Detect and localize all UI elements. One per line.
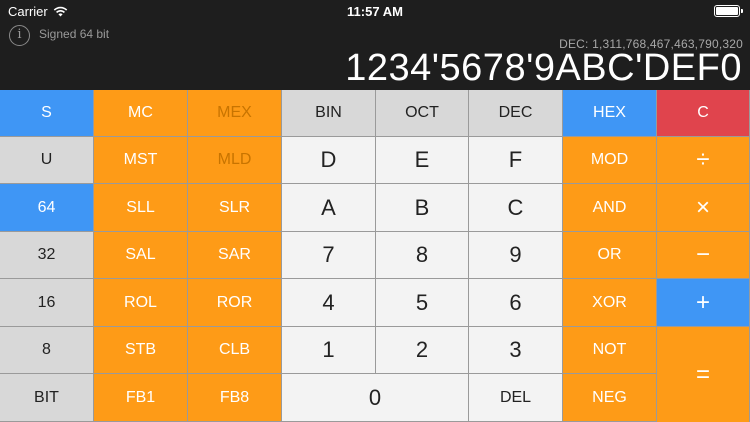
key-fb8[interactable]: FB8	[188, 374, 282, 422]
key-16bit[interactable]: 16	[0, 279, 94, 327]
key-mc[interactable]: MC	[94, 90, 188, 137]
key-64bit[interactable]: 64	[0, 184, 94, 232]
battery-icon	[714, 5, 743, 17]
key-mex[interactable]: MEX	[188, 90, 282, 137]
key-32bit[interactable]: 32	[0, 232, 94, 279]
key-bin[interactable]: BIN	[282, 90, 376, 137]
key-stb[interactable]: STB	[94, 327, 188, 374]
key-digit-a[interactable]: A	[282, 184, 376, 232]
mode-label: Signed 64 bit	[39, 27, 110, 41]
status-time: 11:57 AM	[347, 4, 403, 19]
key-digit-6[interactable]: 6	[469, 279, 563, 327]
key-signed[interactable]: S	[0, 90, 94, 137]
key-sar[interactable]: SAR	[188, 232, 282, 279]
key-sal[interactable]: SAL	[94, 232, 188, 279]
key-rol[interactable]: ROL	[94, 279, 188, 327]
key-digit-2[interactable]: 2	[376, 327, 469, 374]
key-clear[interactable]: C	[657, 90, 750, 137]
status-bar: Carrier 11:57 AM	[0, 0, 750, 22]
key-digit-e[interactable]: E	[376, 137, 469, 184]
key-oct[interactable]: OCT	[376, 90, 469, 137]
main-value-display: 1234'5678'9ABC'DEF0	[345, 47, 742, 89]
key-digit-b[interactable]: B	[376, 184, 469, 232]
display-panel: i Signed 64 bit DEC: 1,311,768,467,463,7…	[0, 22, 750, 90]
info-icon[interactable]: i	[9, 25, 30, 46]
key-digit-0[interactable]: 0	[282, 374, 469, 422]
key-unsigned[interactable]: U	[0, 137, 94, 184]
key-digit-1[interactable]: 1	[282, 327, 376, 374]
key-divide[interactable]: ÷	[657, 137, 750, 184]
key-or[interactable]: OR	[563, 232, 657, 279]
key-equals[interactable]: =	[657, 327, 750, 422]
key-mst[interactable]: MST	[94, 137, 188, 184]
key-fb1[interactable]: FB1	[94, 374, 188, 422]
key-digit-d[interactable]: D	[282, 137, 376, 184]
key-mod[interactable]: MOD	[563, 137, 657, 184]
key-digit-5[interactable]: 5	[376, 279, 469, 327]
key-bit[interactable]: BIT	[0, 374, 94, 422]
key-digit-3[interactable]: 3	[469, 327, 563, 374]
key-xor[interactable]: XOR	[563, 279, 657, 327]
key-dec[interactable]: DEC	[469, 90, 563, 137]
key-digit-9[interactable]: 9	[469, 232, 563, 279]
key-digit-7[interactable]: 7	[282, 232, 376, 279]
key-digit-4[interactable]: 4	[282, 279, 376, 327]
key-slr[interactable]: SLR	[188, 184, 282, 232]
key-and[interactable]: AND	[563, 184, 657, 232]
keypad: S U 64 32 16 8 BIT MC MST SLL SAL ROL ST…	[0, 90, 750, 422]
key-del[interactable]: DEL	[469, 374, 563, 422]
key-mld[interactable]: MLD	[188, 137, 282, 184]
key-8bit[interactable]: 8	[0, 327, 94, 374]
key-neg[interactable]: NEG	[563, 374, 657, 422]
key-hex[interactable]: HEX	[563, 90, 657, 137]
key-not[interactable]: NOT	[563, 327, 657, 374]
key-ror[interactable]: ROR	[188, 279, 282, 327]
key-add[interactable]: +	[657, 279, 750, 327]
key-clb[interactable]: CLB	[188, 327, 282, 374]
key-subtract[interactable]: −	[657, 232, 750, 279]
key-digit-f[interactable]: F	[469, 137, 563, 184]
key-digit-c[interactable]: C	[469, 184, 563, 232]
key-sll[interactable]: SLL	[94, 184, 188, 232]
key-multiply[interactable]: ×	[657, 184, 750, 232]
key-digit-8[interactable]: 8	[376, 232, 469, 279]
